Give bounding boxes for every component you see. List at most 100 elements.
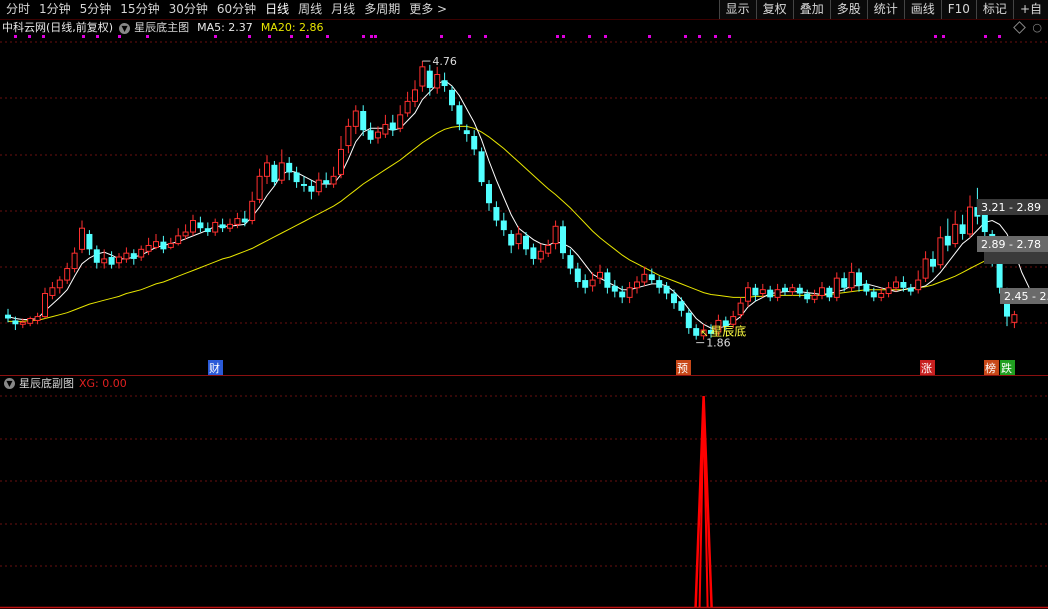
event-marker-label: 财: [209, 361, 220, 375]
candle: [745, 281, 751, 307]
candle-body: [944, 235, 951, 246]
candle-body: [64, 268, 71, 281]
candle-body: [878, 293, 885, 298]
tag-marker: [998, 35, 1001, 38]
candle: [426, 64, 433, 96]
candle: [848, 262, 855, 292]
candle-body: [745, 287, 751, 302]
candle: [863, 280, 870, 296]
candle: [42, 287, 48, 319]
candle: [404, 91, 411, 117]
candle-body: [619, 291, 626, 298]
tag-marker: [96, 35, 99, 38]
candle-body: [256, 175, 263, 200]
tag-marker: [290, 35, 293, 38]
candle-body: [315, 179, 322, 193]
candle: [153, 233, 159, 250]
candle: [567, 249, 574, 275]
candle: [204, 222, 211, 236]
candle: [367, 122, 374, 144]
candle-body: [922, 258, 929, 279]
tag-marker: [942, 35, 945, 38]
candle: [315, 172, 322, 196]
candle-body: [811, 294, 818, 300]
candle: [123, 247, 130, 263]
candle: [486, 180, 492, 211]
candle-body: [375, 131, 381, 139]
candle-body: [885, 287, 892, 295]
candle-body: [1011, 314, 1018, 323]
candle: [597, 264, 603, 284]
candle: [959, 214, 966, 240]
tag-marker: [28, 35, 31, 38]
candle-body: [382, 123, 389, 135]
candle-body: [893, 281, 899, 289]
candle-body: [456, 105, 463, 125]
tag-marker: [714, 35, 717, 38]
tag-marker: [588, 35, 591, 38]
candle: [774, 283, 781, 302]
candle-body: [167, 243, 174, 248]
candle-body: [182, 231, 189, 237]
candle: [397, 105, 404, 133]
candle-body: [227, 223, 233, 229]
candle: [693, 324, 700, 340]
candle-body: [352, 110, 359, 127]
candle: [759, 283, 766, 298]
candle: [264, 155, 270, 185]
event-marker-0: 财: [208, 360, 223, 375]
candle-body: [434, 74, 441, 89]
tag-marker: [326, 35, 329, 38]
candle-body: [130, 253, 137, 259]
tag-marker: [42, 35, 45, 38]
ma5-line: [7, 79, 1030, 329]
candle: [456, 101, 463, 131]
candle: [611, 280, 618, 298]
candle: [537, 243, 544, 263]
candle-body: [249, 200, 256, 222]
signal-arrow: ↖: [700, 329, 708, 340]
range-label: 3.21 - 2.89: [981, 201, 1041, 214]
tag-marker: [248, 35, 251, 38]
candle-body: [271, 164, 278, 183]
candle: [530, 243, 537, 265]
candle-body: [264, 162, 270, 177]
candle-body: [79, 227, 85, 250]
candle: [552, 220, 559, 250]
candle-body: [42, 293, 48, 318]
candle-body: [774, 289, 781, 298]
candle-body: [604, 272, 611, 288]
event-marker-label: 跌: [1001, 361, 1012, 375]
candle: [789, 283, 796, 296]
candle: [160, 235, 167, 254]
tag-marker: [82, 35, 85, 38]
candle-body: [500, 220, 507, 231]
candle-body: [419, 66, 426, 87]
candle-body: [900, 281, 907, 288]
candle: [352, 105, 359, 135]
candle-body: [523, 235, 529, 250]
candle-body: [804, 293, 811, 300]
candle-body: [611, 285, 618, 292]
candle: [952, 210, 959, 248]
candle-body: [197, 222, 204, 229]
candle: [293, 166, 300, 188]
event-marker-label: 榜: [985, 361, 996, 375]
candle: [967, 195, 973, 238]
candle: [493, 201, 500, 227]
candle-body: [863, 283, 870, 292]
candle-body: [367, 130, 374, 140]
candle: [301, 176, 307, 192]
candle: [604, 268, 611, 294]
kline-chart[interactable]: 4.761.86星辰底↖3.21 - 2.892.89 - 2.782.45 -…: [0, 0, 1048, 609]
candle: [434, 66, 441, 94]
candle-body: [981, 214, 988, 233]
candle-body: [145, 244, 152, 252]
candle-body: [959, 224, 966, 234]
event-marker-3: 榜: [984, 360, 999, 375]
candle-body: [663, 285, 670, 294]
candle: [685, 308, 692, 334]
candle: [382, 114, 389, 138]
candle-body: [626, 287, 633, 298]
candle-body: [648, 274, 655, 281]
